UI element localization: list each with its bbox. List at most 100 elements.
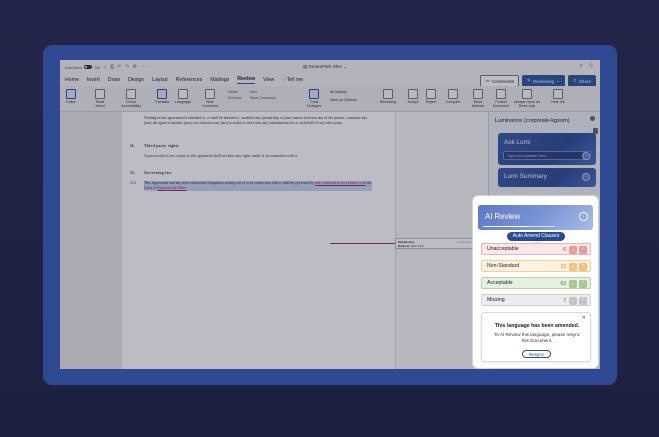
- notice-body: To AI Review this language, please resyn…: [493, 332, 581, 343]
- translate-button[interactable]: Translate: [152, 89, 172, 104]
- resync-button[interactable]: Resync: [522, 350, 551, 358]
- tab-home[interactable]: Home: [65, 77, 79, 83]
- category-acceptable[interactable]: Acceptable 63 ⌄ ⌃: [481, 277, 591, 289]
- category-missing[interactable]: Missing 7 ⌄ ⌃: [481, 294, 591, 306]
- document-title-text: DreamPark NDA: [308, 64, 342, 69]
- section-number: 11.: [130, 144, 135, 148]
- markup-select[interactable]: All Markup: [330, 90, 347, 94]
- reviewing-label: Reviewing: [532, 78, 555, 84]
- new-comment-icon: [205, 89, 215, 99]
- compare-button[interactable]: Compare: [444, 89, 462, 104]
- close-icon[interactable]: ✕: [582, 315, 586, 321]
- always-open-read-only-button[interactable]: Always Open as Read-only: [514, 89, 540, 108]
- clause-number: 12.1: [130, 181, 137, 185]
- autosave-state: Off: [94, 64, 100, 70]
- markup-options-button[interactable]: Mark-up Options: [330, 98, 357, 102]
- protect-document-button[interactable]: Protect Document: [492, 89, 510, 108]
- autosave-toggle[interactable]: [84, 65, 93, 69]
- tab-design[interactable]: Design: [128, 77, 144, 83]
- chevron-up-icon[interactable]: ⌃: [579, 297, 587, 305]
- change-connector-line: [330, 243, 396, 244]
- show-comments-button[interactable]: Show Comments: [250, 96, 276, 100]
- tab-insert[interactable]: Insert: [87, 77, 100, 83]
- next-comment-button[interactable]: Next: [250, 90, 257, 94]
- change-detail: Deleted: New York: [398, 244, 482, 248]
- block-authors-icon: [473, 89, 483, 99]
- ask-lumi-input[interactable]: Type your question here...: [503, 151, 591, 160]
- new-comment-label: New Comment: [202, 100, 218, 108]
- clause-text: This Agreement and any non-contractual o…: [144, 181, 314, 185]
- settings-gear-icon[interactable]: [590, 116, 595, 121]
- paragraph-governing-law[interactable]: This Agreement and any non-contractual o…: [144, 181, 372, 192]
- chevron-up-icon[interactable]: ⌃: [579, 263, 587, 271]
- reject-button[interactable]: Reject: [424, 89, 438, 104]
- lumi-summary-card[interactable]: Lumi Summary ›: [498, 168, 596, 187]
- document-page[interactable]: Nothing in this agreement is intended to…: [122, 112, 395, 369]
- chevron-down-icon[interactable]: ⌄: [569, 297, 577, 305]
- account-icon[interactable]: ☺: [588, 63, 594, 70]
- check-accessibility-label: Check Accessibility: [121, 100, 141, 108]
- editor-icon: [66, 89, 76, 99]
- tab-references[interactable]: References: [176, 77, 203, 83]
- reject-label: Reject: [425, 100, 437, 104]
- editor-button[interactable]: Editor: [64, 89, 78, 104]
- accept-button[interactable]: Accept: [406, 89, 420, 104]
- tab-view[interactable]: View: [263, 77, 274, 83]
- language-button[interactable]: Language: [174, 89, 192, 104]
- accept-label: Accept: [407, 100, 419, 104]
- reviewing-pane-label: Reviewing: [379, 100, 397, 104]
- track-changes-icon: [309, 89, 319, 99]
- chevron-down-icon: ⌄: [556, 78, 560, 83]
- chevron-up-icon[interactable]: ⌃: [579, 246, 587, 254]
- read-aloud-label: Read Aloud: [95, 100, 105, 108]
- tab-review[interactable]: Review: [237, 76, 256, 84]
- deleted-text: New York: [410, 244, 424, 248]
- paragraph-third-party: A person who is not a party to this agre…: [144, 154, 298, 158]
- chevron-down-icon[interactable]: ⌄: [569, 263, 577, 271]
- ai-review-panel: AI Review › Auto Amend Clauses ☝ Unaccep…: [473, 196, 598, 368]
- hide-ink-button[interactable]: Hide Ink: [550, 89, 566, 104]
- tell-me-label: Tell me: [286, 77, 304, 83]
- category-non-standard[interactable]: Non-Standard 12 ⌄ ⌃: [481, 260, 591, 272]
- block-authors-button[interactable]: Block Authors: [470, 89, 486, 108]
- language-icon: [178, 89, 188, 99]
- chevron-right-icon: ›: [585, 174, 587, 180]
- category-label: Non-Standard: [487, 263, 520, 269]
- chevron-up-icon[interactable]: ⌃: [579, 280, 587, 288]
- track-changes-label: Track Changes: [306, 100, 322, 108]
- autosave-control[interactable]: AutoSave Off: [65, 65, 100, 70]
- search-icon[interactable]: ⌕: [579, 63, 582, 70]
- tell-me-search[interactable]: ◌ Tell me: [282, 77, 303, 83]
- language-label: Language: [175, 100, 191, 104]
- tab-mailings[interactable]: Mailings: [210, 77, 229, 83]
- change-action: Deleted:: [398, 244, 410, 248]
- read-aloud-button[interactable]: Read Aloud: [92, 89, 108, 108]
- chevron-down-icon[interactable]: ⌄: [569, 280, 577, 288]
- quick-access-icons[interactable]: ⌂ ⎙ ↶ ↷ ⚙ ···: [104, 64, 149, 70]
- ai-review-header[interactable]: AI Review ›: [478, 205, 593, 230]
- ai-review-open-button[interactable]: ›: [579, 212, 588, 221]
- category-count: 7: [563, 298, 566, 304]
- category-label: Unacceptable: [487, 246, 519, 252]
- document-title: ▤ DreamPark NDA ⌄: [303, 64, 347, 70]
- ai-review-progress-fill: [483, 225, 528, 227]
- ask-send-button[interactable]: ›: [582, 152, 590, 160]
- inserted-text: and construed in accordance with: [314, 181, 366, 185]
- tab-layout[interactable]: Layout: [152, 77, 168, 83]
- chevron-down-icon[interactable]: ⌄: [569, 246, 577, 254]
- chevron-down-icon[interactable]: ⌄: [342, 64, 347, 69]
- category-unacceptable[interactable]: Unacceptable 6 ⌄ ⌃: [481, 243, 591, 255]
- share-icon: ⇪: [572, 78, 577, 83]
- reviewing-pane-button[interactable]: Reviewing: [378, 89, 398, 104]
- editor-label: Editor: [66, 100, 76, 104]
- tracked-change-balloon[interactable]: Ella Bishop Deleted: New York A few seco…: [395, 238, 485, 249]
- delete-comment-button[interactable]: Delete: [228, 90, 238, 94]
- track-changes-button[interactable]: Track Changes: [304, 89, 324, 108]
- category-label: Acceptable: [487, 280, 513, 286]
- previous-comment-button[interactable]: Previous: [228, 96, 241, 100]
- block-authors-label: Block Authors: [471, 100, 485, 108]
- check-accessibility-button[interactable]: Check Accessibility: [118, 89, 144, 108]
- new-comment-button[interactable]: New Comment: [200, 89, 220, 108]
- tab-draw[interactable]: Draw: [108, 77, 120, 83]
- summary-open-button[interactable]: ›: [582, 173, 590, 181]
